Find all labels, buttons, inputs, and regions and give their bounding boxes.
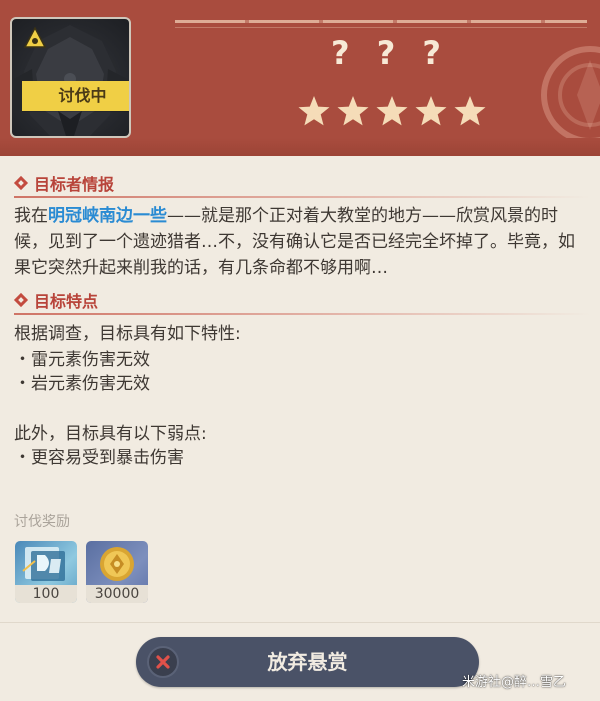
watermark: 米游社@醉…雪乙 (462, 675, 567, 690)
adventure-exp-icon (22, 547, 65, 581)
status-badge: 讨伐中 (22, 81, 129, 111)
section-divider (14, 313, 590, 315)
star-icon (376, 96, 408, 126)
target-traits-heading: 目标特点 (12, 289, 98, 311)
difficulty-stars (297, 94, 487, 130)
emblem-decoration-icon (541, 46, 600, 144)
weakness-item: ・更容易受到暴击伤害 (14, 448, 184, 468)
mora-coin-icon (100, 547, 134, 581)
target-info-heading: 目标者情报 (12, 172, 114, 194)
weakness-intro: 此外，目标具有以下弱点: (14, 424, 207, 444)
close-icon-badge (147, 646, 179, 678)
section-diamond-icon (13, 292, 29, 308)
section-diamond-icon (13, 175, 29, 191)
header-divider (175, 20, 587, 23)
boss-name: ? ? ? (331, 34, 449, 72)
target-info-text-start: 我在 (14, 206, 48, 226)
reward-item[interactable]: 100 (15, 541, 77, 603)
star-icon (454, 96, 486, 126)
section-divider (14, 196, 590, 198)
bounty-details: 目标者情报 我在明冠峡南边一些——就是那个正对着大教堂的地方——欣赏风景的时候，… (0, 156, 600, 701)
close-icon (156, 655, 170, 669)
abandon-bounty-button[interactable]: 放弃悬赏 (136, 637, 479, 687)
abandon-bounty-label: 放弃悬赏 (267, 650, 348, 674)
traits-intro: 根据调查，目标具有如下特性: (14, 324, 241, 344)
header-divider-thin (175, 27, 587, 28)
boss-portrait[interactable]: 讨伐中 (10, 17, 131, 138)
bounty-header: 讨伐中 ? ? ? (0, 0, 600, 156)
target-traits-title: 目标特点 (34, 292, 99, 311)
reward-count: 100 (15, 585, 77, 603)
footer-divider (0, 622, 600, 623)
star-icon (415, 96, 447, 126)
target-info-text: 我在明冠峡南边一些——就是那个正对着大教堂的地方——欣赏风景的时候，见到了一个遗… (14, 203, 589, 281)
target-info-title: 目标者情报 (34, 175, 115, 194)
rewards-title: 讨伐奖励 (14, 514, 70, 530)
trait-item: ・雷元素伤害无效 (14, 350, 150, 370)
reward-count: 30000 (86, 585, 148, 603)
target-marker-icon (24, 27, 46, 48)
star-icon (337, 96, 369, 126)
star-icon (298, 96, 330, 126)
trait-item: ・岩元素伤害无效 (14, 374, 150, 394)
reward-item[interactable]: 30000 (86, 541, 148, 603)
header-bottom-shade (0, 138, 600, 156)
location-highlight: 明冠峡南边一些 (48, 206, 167, 226)
